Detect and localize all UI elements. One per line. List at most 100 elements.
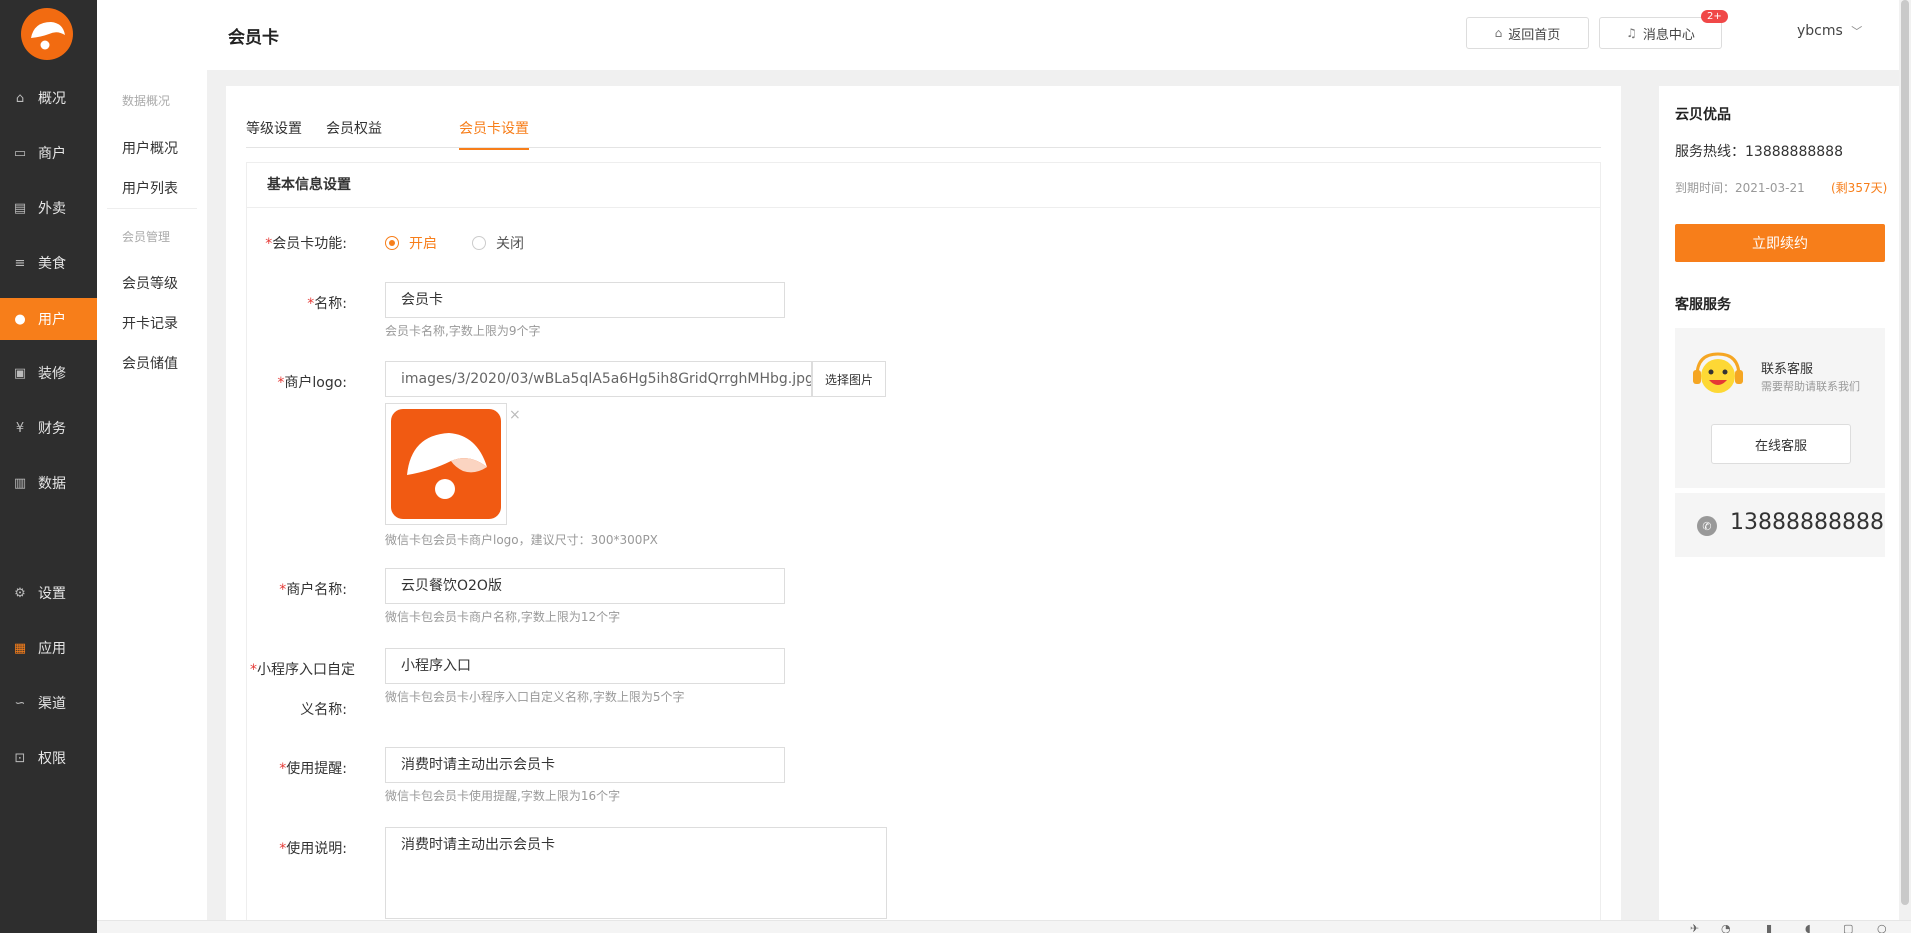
- choose-image-button[interactable]: 选择图片: [812, 361, 886, 397]
- main-content: 等级设置 会员权益 会员卡设置 基本信息设置 *会员卡功能: 开启 关闭 *名称…: [226, 86, 1621, 933]
- nav-item-user[interactable]: ● 用户: [0, 298, 97, 340]
- basic-info-section: 基本信息设置 *会员卡功能: 开启 关闭 *名称: 会员卡 会员卡名称,字数上限…: [246, 162, 1601, 933]
- tab-card-settings[interactable]: 会员卡设置: [459, 118, 529, 150]
- logo-icon: [31, 22, 65, 50]
- chart-icon: ▥: [13, 475, 27, 491]
- subnav-group-member: 会员管理: [122, 230, 171, 244]
- days-remaining: (剩357天): [1831, 181, 1888, 195]
- merchant-name-input[interactable]: 云贝餐饮O2O版: [385, 568, 785, 604]
- name-label-text: 名称:: [314, 296, 347, 312]
- user-menu[interactable]: ybcms ﹀: [1797, 23, 1862, 39]
- tab-level-settings[interactable]: 等级设置: [246, 118, 302, 148]
- description-textarea[interactable]: 消费时请主动出示会员卡: [385, 827, 887, 919]
- customer-service-card: 联系客服 需要帮助请联系我们 在线客服: [1675, 328, 1885, 488]
- close-icon[interactable]: ×: [509, 407, 521, 423]
- bottom-toolbar: [97, 920, 1911, 933]
- nav-item-label: 应用: [38, 641, 66, 657]
- nav-item-apps[interactable]: ▦ 应用: [0, 628, 97, 668]
- subnav-item-user-list[interactable]: 用户列表: [122, 178, 178, 198]
- decorate-icon: ▣: [13, 365, 27, 381]
- nav-item-decorate[interactable]: ▣ 装修: [0, 353, 97, 393]
- merchant-name-label: *商户名称:: [217, 579, 347, 599]
- mini-entry-input[interactable]: 小程序入口: [385, 648, 785, 684]
- home-icon: ⌂: [15, 90, 25, 106]
- trash-icon[interactable]: ▮: [1766, 922, 1772, 933]
- radio-card-on-label: 开启: [409, 236, 437, 252]
- subnav-item-card-records[interactable]: 开卡记录: [122, 313, 178, 333]
- mini-entry-label-line1: 小程序入口自定: [257, 662, 355, 678]
- user-icon: ●: [14, 311, 26, 327]
- remind-hint: 微信卡包会员卡使用提醒,字数上限为16个字: [385, 789, 621, 803]
- chevron-down-icon: ﹀: [1851, 25, 1863, 38]
- hotline-card: ✆ 13888888888: [1675, 493, 1885, 557]
- card-function-label: *会员卡功能:: [217, 233, 347, 253]
- logo-preview: [391, 409, 501, 519]
- page-title: 会员卡: [228, 28, 279, 48]
- subnav-item-member-deposit[interactable]: 会员储值: [122, 353, 178, 373]
- page-scrollbar[interactable]: [1899, 0, 1911, 920]
- apps-icon: ▦: [13, 640, 27, 656]
- subnav-item-user-overview[interactable]: 用户概况: [122, 138, 178, 158]
- logo-icon: [407, 433, 487, 499]
- nav-item-permission[interactable]: ⊡ 权限: [0, 738, 97, 778]
- customer-service-title: 客服服务: [1675, 297, 1731, 313]
- nav-item-label: 渠道: [38, 696, 66, 712]
- main-navigation: ⌂ 概况 ▭ 商户 ▤ 外卖 ≡ 美食 ● 用户 ▣ 装修 ¥ 财务 ▥ 数据 …: [0, 0, 97, 933]
- brand-title: 云贝优品: [1675, 107, 1731, 123]
- nav-item-label: 权限: [38, 751, 66, 767]
- online-service-button[interactable]: 在线客服: [1711, 424, 1851, 464]
- window-icon[interactable]: ▢: [1843, 922, 1853, 933]
- nav-item-label: 用户: [38, 312, 66, 328]
- subnav-item-member-level[interactable]: 会员等级: [122, 273, 178, 293]
- nav-item-label: 财务: [38, 421, 66, 437]
- expire-date: 到期时间：2021-03-21: [1675, 181, 1805, 195]
- subnav-divider: [107, 208, 197, 209]
- contact-service-desc: 需要帮助请联系我们: [1761, 380, 1860, 393]
- nav-item-label: 概况: [38, 91, 66, 107]
- card-function-label-text: 会员卡功能:: [272, 236, 347, 252]
- radio-card-off-label: 关闭: [496, 236, 524, 252]
- right-panel: 云贝优品 服务热线：13888888888 到期时间：2021-03-21 (剩…: [1659, 86, 1911, 933]
- logo-hint: 微信卡包会员卡商户logo，建议尺寸：300*300PX: [385, 533, 658, 547]
- nav-item-label: 美食: [38, 256, 66, 272]
- search-icon[interactable]: ○: [1877, 922, 1887, 933]
- renew-button[interactable]: 立即续约: [1675, 224, 1885, 262]
- nav-item-finance[interactable]: ¥ 财务: [0, 408, 97, 448]
- nav-item-takeout[interactable]: ▤ 外卖: [0, 188, 97, 228]
- nav-item-data[interactable]: ▥ 数据: [0, 463, 97, 503]
- nav-item-settings[interactable]: ⚙ 设置: [0, 573, 97, 613]
- nav-item-channel[interactable]: ∽ 渠道: [0, 683, 97, 723]
- speed-icon[interactable]: ◔: [1721, 922, 1731, 933]
- logo-label-text: 商户logo:: [284, 375, 347, 391]
- nav-item-label: 数据: [38, 476, 66, 492]
- rocket-icon[interactable]: ✈: [1690, 922, 1699, 933]
- merchant-name-hint: 微信卡包会员卡商户名称,字数上限为12个字: [385, 610, 621, 624]
- hotline-number: 13888888888: [1730, 510, 1884, 535]
- radio-card-on[interactable]: 开启: [385, 233, 437, 253]
- logo-path-input[interactable]: images/3/2020/03/wBLa5qlA5a6Hg5ih8GridQr…: [385, 361, 812, 397]
- tab-member-benefits[interactable]: 会员权益: [326, 118, 382, 148]
- nav-item-food[interactable]: ≡ 美食: [0, 243, 97, 283]
- description-label: *使用说明:: [217, 838, 347, 858]
- sound-icon[interactable]: ◖: [1805, 922, 1811, 933]
- remind-input[interactable]: 消费时请主动出示会员卡: [385, 747, 785, 783]
- scrollbar-thumb[interactable]: [1901, 0, 1909, 905]
- back-home-label: 返回首页: [1508, 27, 1561, 43]
- nav-item-overview[interactable]: ⌂ 概况: [0, 78, 97, 118]
- app-logo[interactable]: [21, 8, 73, 60]
- remind-label: *使用提醒:: [217, 758, 347, 778]
- back-home-button[interactable]: ⌂ 返回首页: [1466, 17, 1589, 49]
- mini-entry-label: *小程序入口自定: [217, 659, 355, 679]
- required-mark: *: [250, 662, 257, 678]
- top-header: 会员卡 ⌂ 返回首页 ♫ 消息中心 2+ ybcms ﹀: [207, 0, 1911, 70]
- phone-icon: ✆: [1697, 516, 1717, 536]
- shop-icon: ▭: [13, 145, 27, 161]
- contact-service-name: 联系客服: [1761, 362, 1814, 377]
- takeout-icon: ▤: [13, 200, 27, 216]
- nav-item-merchant[interactable]: ▭ 商户: [0, 133, 97, 173]
- mini-entry-label-line2: 义名称:: [300, 702, 347, 718]
- mini-entry-hint: 微信卡包会员卡小程序入口自定义名称,字数上限为5个字: [385, 690, 685, 704]
- name-input[interactable]: 会员卡: [385, 282, 785, 318]
- radio-card-off[interactable]: 关闭: [472, 233, 524, 253]
- nav-item-label: 装修: [38, 366, 66, 382]
